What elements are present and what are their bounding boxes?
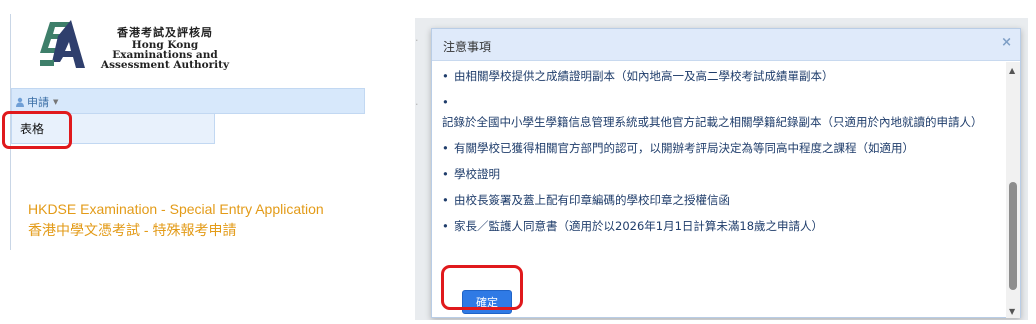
bullet-icon: • xyxy=(442,193,449,207)
notice-item-text: 學校證明 xyxy=(454,167,500,181)
modal-title: 注意事項 xyxy=(443,40,492,54)
notice-item-text: 記錄於全國中小學生學籍信息管理系統或其他官方記載之相關學籍紀錄副本（只適用於內地… xyxy=(442,115,983,129)
bullet-icon: • xyxy=(442,219,449,233)
logo-chinese-name: 香港考試及評核局 xyxy=(117,26,213,39)
confirm-button-highlight xyxy=(441,265,523,310)
form-item-highlight xyxy=(2,111,72,149)
notice-item: • 家長／監護人同意書（適用於以2026年1月1日計算未滿18歲之申請人） xyxy=(442,216,990,236)
logo-english-line3: Assessment Authority xyxy=(100,59,230,71)
notice-item: • 由校長簽署及蓋上配有印章編碼的學校印章之授權信函 xyxy=(442,190,990,210)
bullet-icon: • xyxy=(442,141,449,155)
notice-item: • 有關學校已獲得相關官方部門的認可，以開辦考評局決定為等同高中程度之課程（如適用… xyxy=(442,138,990,158)
notice-item: • 學校證明 xyxy=(442,164,990,184)
scroll-down-icon[interactable]: ▼ xyxy=(1009,307,1015,316)
page-title-chinese: 香港中學文憑考試 - 特殊報考申請 xyxy=(28,222,237,238)
close-icon[interactable]: × xyxy=(1001,35,1012,50)
modal-scrollbar[interactable]: ▲ ▼ xyxy=(1006,62,1020,318)
notice-item-text: 有關學校已獲得相關官方部門的認可，以開辦考評局決定為等同高中程度之課程（如適用） xyxy=(454,141,914,155)
apply-menu-button[interactable]: 申請 ▼ xyxy=(15,94,58,110)
page-title-english: HKDSE Examination - Special Entry Applic… xyxy=(28,201,324,217)
bullet-icon: • xyxy=(442,95,449,109)
apply-menu-label: 申請 xyxy=(27,96,49,109)
bullet-icon: • xyxy=(442,69,449,83)
user-icon xyxy=(16,97,24,107)
scroll-up-icon[interactable]: ▲ xyxy=(1009,66,1015,75)
hkeaa-logo: 香港考試及評核局 Hong Kong Examinations and Asse… xyxy=(36,18,236,74)
eaa-logo-mark-icon xyxy=(40,20,85,68)
notice-item: • 由相關學校提供之成績證明副本（如內地高一及高二學校考試成績單副本） xyxy=(442,66,990,86)
scrollbar-thumb[interactable] xyxy=(1009,182,1017,290)
notice-item-text: 由校長簽署及蓋上配有印章編碼的學校印章之授權信函 xyxy=(454,193,730,207)
bullet-icon: • xyxy=(442,167,449,181)
notice-item: • 記錄於全國中小學生學籍信息管理系統或其他官方記載之相關學籍紀錄副本（只適用於內… xyxy=(442,92,990,132)
screenshot-composite: 香港考試及評核局 Hong Kong Examinations and Asse… xyxy=(0,0,1036,324)
notice-item-text: 由相關學校提供之成績證明副本（如內地高一及高二學校考試成績單副本） xyxy=(454,69,834,83)
application-page: 香港考試及評核局 Hong Kong Examinations and Asse… xyxy=(0,0,372,324)
notice-item-text: 家長／監護人同意書（適用於以2026年1月1日計算未滿18歲之申請人） xyxy=(454,219,824,233)
modal-header: 注意事項 × xyxy=(432,29,1020,61)
logo-text: 香港考試及評核局 Hong Kong Examinations and Asse… xyxy=(90,24,240,70)
chevron-down-icon: ▼ xyxy=(53,98,59,106)
